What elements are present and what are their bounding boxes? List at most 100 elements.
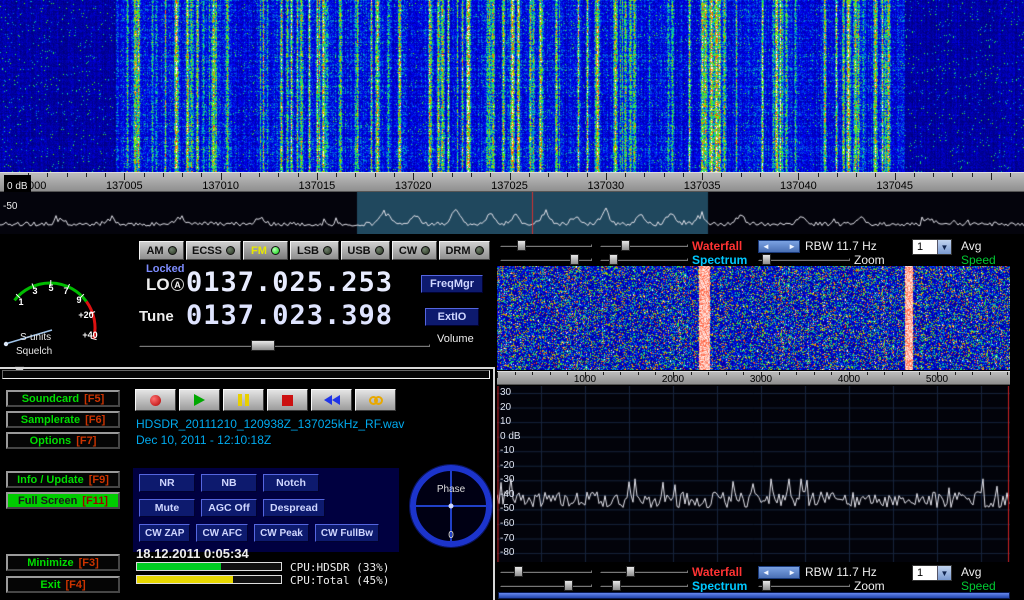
button-info-update[interactable]: Info / Update[F9] xyxy=(6,471,120,488)
freqmgr-button[interactable]: FreqMgr xyxy=(421,275,483,293)
zoom-slider[interactable] xyxy=(758,254,850,265)
spectrum-upper-slider[interactable] xyxy=(500,580,592,591)
waterfall-contrast-slider[interactable] xyxy=(600,566,688,577)
spectrum-lower-slider[interactable] xyxy=(600,254,688,265)
audio-frequency-scale[interactable]: 10002000300040005000 xyxy=(497,371,1010,385)
slider-thumb[interactable] xyxy=(621,240,630,251)
dsp-button-nr[interactable]: NR xyxy=(139,474,195,492)
pause-icon xyxy=(238,394,249,406)
button-exit[interactable]: Exit[F4] xyxy=(6,576,120,593)
dsp-button-despread[interactable]: Despread xyxy=(263,499,325,517)
dsp-button-cw-zap[interactable]: CW ZAP xyxy=(139,524,190,542)
button-full-screen[interactable]: Full Screen[F11] xyxy=(6,492,120,509)
spectrum-tab[interactable]: Spectrum xyxy=(692,579,747,593)
db-tick-label: -10 xyxy=(500,445,514,456)
volume-slider[interactable] xyxy=(139,340,430,351)
spectrum-upper-slider[interactable] xyxy=(500,254,592,265)
button-label: Minimize xyxy=(27,557,73,569)
slider-thumb[interactable] xyxy=(564,580,573,591)
dsp-button-cw-afc[interactable]: CW AFC xyxy=(196,524,248,542)
dsp-button-notch[interactable]: Notch xyxy=(263,474,319,492)
freq-tick-label: 137025 xyxy=(491,180,528,192)
speed-select[interactable]: 1 ▼ xyxy=(912,239,952,255)
transport-rewind-button[interactable] xyxy=(311,389,352,411)
lo-frequency-readout[interactable]: 0137.025.253 xyxy=(186,269,393,296)
dsp-button-nb[interactable]: NB xyxy=(201,474,257,492)
dsp-button-cw-peak[interactable]: CW Peak xyxy=(254,524,309,542)
waterfall-contrast-slider[interactable] xyxy=(600,240,688,251)
tune-frequency-readout[interactable]: 0137.023.398 xyxy=(186,302,393,329)
mode-led-icon xyxy=(271,246,280,255)
audio-waterfall-display[interactable] xyxy=(497,266,1010,370)
button-label: Samplerate xyxy=(21,414,80,426)
chevron-down-icon[interactable]: ▼ xyxy=(937,240,951,254)
pan-scrollbar[interactable]: ◄ ► xyxy=(758,240,800,253)
db-tick-label: -60 xyxy=(500,518,514,529)
mode-button-drm[interactable]: DRM xyxy=(439,241,490,260)
slider-thumb[interactable] xyxy=(762,254,771,265)
phase-indicator[interactable]: Phase 0 xyxy=(408,458,494,554)
dsp-button-agc-off[interactable]: AGC Off xyxy=(201,499,257,517)
lock-badge-icon[interactable]: A xyxy=(171,278,184,291)
audio-spectrum-canvas[interactable] xyxy=(497,386,1010,562)
main-frequency-scale[interactable]: 1370001370051370101370151370201370251370… xyxy=(0,172,1024,192)
mode-button-usb[interactable]: USB xyxy=(341,241,390,260)
db-tick-label: 10 xyxy=(500,416,511,427)
waterfall-brightness-slider[interactable] xyxy=(500,240,592,251)
zoom-pan-bar[interactable] xyxy=(498,592,1010,599)
chevron-down-icon[interactable]: ▼ xyxy=(937,566,951,580)
mode-button-cw[interactable]: CW xyxy=(392,241,437,260)
main-spectrum-display[interactable] xyxy=(0,192,1024,234)
transport-stop-button[interactable] xyxy=(267,389,308,411)
transport-record-button[interactable] xyxy=(135,389,176,411)
transport-loop-button[interactable] xyxy=(355,389,396,411)
transport-play-button[interactable] xyxy=(179,389,220,411)
zoom-slider[interactable] xyxy=(758,580,850,591)
waterfall-tab[interactable]: Waterfall xyxy=(692,565,742,579)
scroll-right-icon[interactable]: ► xyxy=(788,242,796,251)
freq-tick-label: 137045 xyxy=(876,180,913,192)
audio-spectrum-display[interactable]: 3020100 dB-10-20-30-40-50-60-70-80 xyxy=(497,386,1010,562)
mode-button-ecss[interactable]: ECSS xyxy=(186,241,241,260)
scroll-left-icon[interactable]: ◄ xyxy=(762,242,770,251)
db-tick-label: -70 xyxy=(500,533,514,544)
extio-button[interactable]: ExtIO xyxy=(425,308,479,326)
slider-thumb[interactable] xyxy=(612,580,621,591)
freq-tick-label: 137020 xyxy=(395,180,432,192)
slider-thumb[interactable] xyxy=(517,240,526,251)
mode-button-lsb[interactable]: LSB xyxy=(290,241,339,260)
slider-thumb[interactable] xyxy=(762,580,771,591)
main-waterfall-display[interactable] xyxy=(0,0,1024,172)
slider-thumb[interactable] xyxy=(570,254,579,265)
pan-scrollbar[interactable]: ◄ ► xyxy=(758,566,800,579)
slider-thumb[interactable] xyxy=(609,254,618,265)
s-meter-label-9: 9 xyxy=(76,295,81,305)
volume-slider-thumb[interactable] xyxy=(251,340,275,351)
tuning-scrollbar[interactable] xyxy=(2,370,490,379)
dsp-button-cw-fullbw[interactable]: CW FullBw xyxy=(315,524,379,542)
audio-waterfall-control-strip: Waterfall Spectrum ◄ ► RBW 11.7 Hz Zoom … xyxy=(497,238,1024,266)
transport-pause-button[interactable] xyxy=(223,389,264,411)
phase-value: 0 xyxy=(448,530,454,541)
dsp-button-mute[interactable]: Mute xyxy=(139,499,195,517)
play-icon xyxy=(194,394,205,406)
spectrum-lower-slider[interactable] xyxy=(600,580,688,591)
mode-button-label: AM xyxy=(146,245,163,257)
button-soundcard[interactable]: Soundcard[F5] xyxy=(6,390,120,407)
scroll-right-icon[interactable]: ► xyxy=(788,568,796,577)
mode-button-am[interactable]: AM xyxy=(139,241,184,260)
mode-button-fm[interactable]: FM xyxy=(243,241,288,260)
s-meter-label-7: 7 xyxy=(63,286,68,296)
button-options[interactable]: Options[F7] xyxy=(6,432,120,449)
slider-thumb[interactable] xyxy=(514,566,523,577)
s-meter: 1 3 5 7 9 +20 +40 S-units Squelch xyxy=(2,250,130,362)
spectrum-tab[interactable]: Spectrum xyxy=(692,253,747,267)
button-samplerate[interactable]: Samplerate[F6] xyxy=(6,411,120,428)
waterfall-tab[interactable]: Waterfall xyxy=(692,239,742,253)
button-minimize[interactable]: Minimize[F3] xyxy=(6,554,120,571)
scroll-left-icon[interactable]: ◄ xyxy=(762,568,770,577)
waterfall-brightness-slider[interactable] xyxy=(500,566,592,577)
speed-select[interactable]: 1 ▼ xyxy=(912,565,952,581)
s-meter-label-5: 5 xyxy=(48,283,53,293)
slider-thumb[interactable] xyxy=(626,566,635,577)
